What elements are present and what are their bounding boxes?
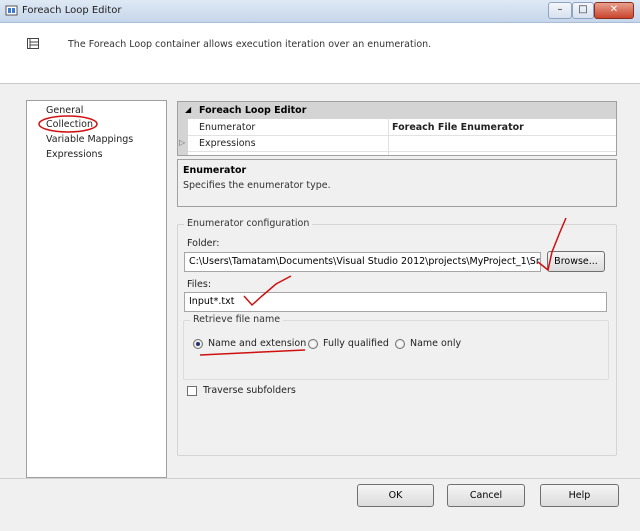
grid-property-name[interactable]: Expressions (199, 138, 256, 149)
expand-icon[interactable]: ▷ (179, 138, 185, 147)
browse-button[interactable]: Browse... (547, 251, 605, 272)
radio-label-name-only[interactable]: Name only (410, 338, 461, 349)
grid-property-name[interactable]: Enumerator (199, 122, 255, 133)
page-nav: General Collection Variable Mappings Exp… (26, 100, 167, 478)
radio-name-and-extension[interactable] (193, 339, 203, 349)
folder-input[interactable]: C:\Users\Tamatam\Documents\Visual Studio… (184, 252, 541, 272)
grid-row-divider (188, 135, 616, 136)
foreach-loop-icon (5, 5, 18, 16)
radio-label-fully-qualified[interactable]: Fully qualified (323, 338, 389, 349)
header-panel: The Foreach Loop container allows execut… (0, 23, 640, 84)
foreach-loop-icon (27, 38, 39, 49)
grid-gutter (178, 119, 188, 155)
folder-label: Folder: (187, 238, 220, 249)
retrieve-file-name-group (183, 320, 609, 380)
ok-button[interactable]: OK (357, 484, 434, 507)
property-grid[interactable]: ◢ Foreach Loop Editor Enumerator Foreach… (177, 101, 617, 156)
grid-category-label: Foreach Loop Editor (199, 105, 307, 116)
traverse-subfolders-label[interactable]: Traverse subfolders (203, 385, 296, 396)
nav-item-variable-mappings[interactable]: Variable Mappings (46, 134, 133, 145)
traverse-subfolders-checkbox[interactable] (187, 386, 197, 396)
enumerator-config-legend: Enumerator configuration (184, 218, 313, 229)
collapse-icon[interactable]: ◢ (185, 105, 191, 114)
minimize-button[interactable]: – (548, 2, 572, 19)
grid-property-value[interactable]: Foreach File Enumerator (392, 122, 524, 133)
grid-row-divider (188, 151, 616, 152)
description-title: Enumerator (183, 165, 247, 176)
header-description: The Foreach Loop container allows execut… (68, 39, 432, 50)
nav-item-collection[interactable]: Collection (46, 119, 93, 130)
close-button[interactable]: ✕ (594, 2, 634, 19)
cancel-button[interactable]: Cancel (447, 484, 525, 507)
nav-item-general[interactable]: General (46, 105, 83, 116)
footer-divider (0, 478, 640, 479)
files-label: Files: (187, 279, 212, 290)
radio-fully-qualified[interactable] (308, 339, 318, 349)
radio-name-only[interactable] (395, 339, 405, 349)
files-input[interactable]: Input*.txt (184, 292, 607, 312)
nav-item-expressions[interactable]: Expressions (46, 149, 103, 160)
window-title: Foreach Loop Editor (22, 5, 122, 16)
help-button[interactable]: Help (540, 484, 619, 507)
radio-label-name-and-extension[interactable]: Name and extension (208, 338, 306, 349)
grid-column-divider (388, 119, 389, 155)
description-text: Specifies the enumerator type. (183, 180, 331, 191)
description-panel: Enumerator Specifies the enumerator type… (177, 159, 617, 207)
retrieve-file-name-legend: Retrieve file name (190, 314, 284, 325)
maximize-button[interactable]: □ (572, 2, 594, 19)
